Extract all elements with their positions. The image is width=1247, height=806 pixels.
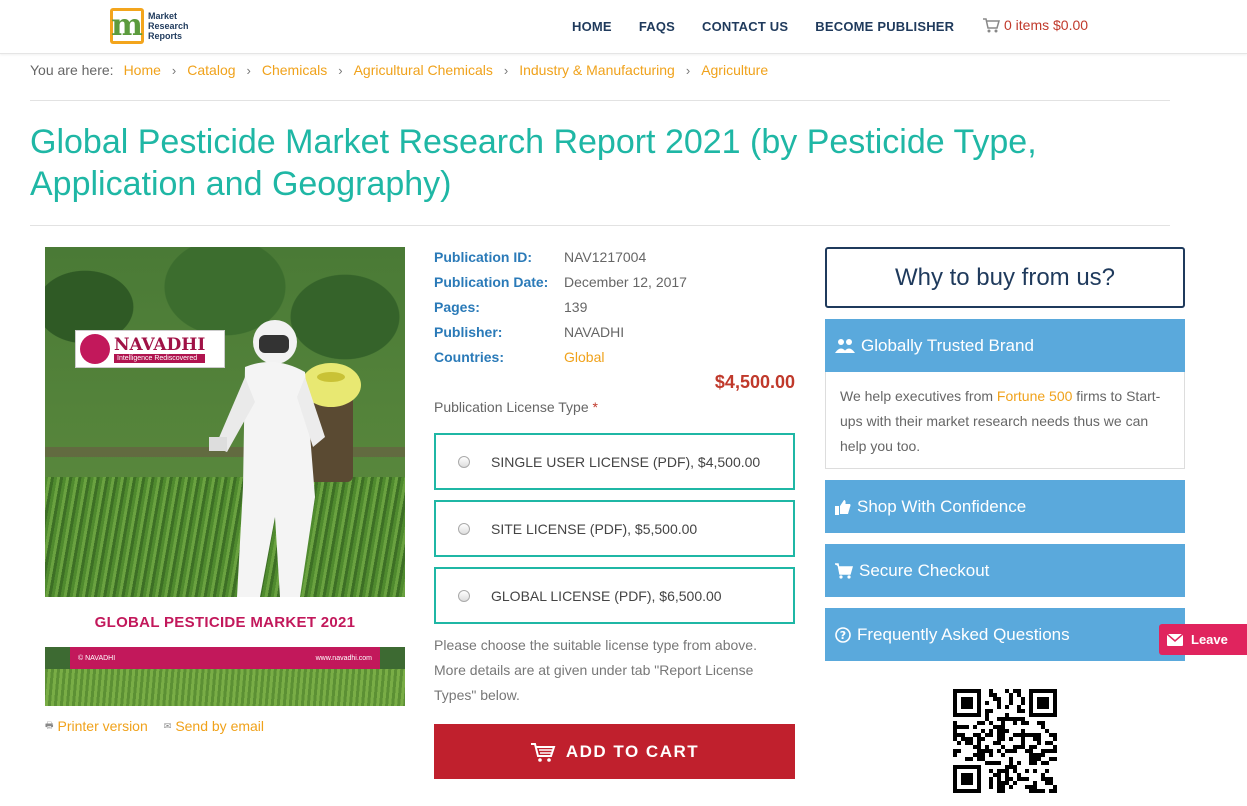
meta-key: Countries: xyxy=(434,349,564,374)
breadcrumb-label: You are here: xyxy=(30,62,114,78)
breadcrumb-separator-icon: › xyxy=(172,63,176,78)
meta-value: NAV1217004 xyxy=(564,249,646,274)
trusted-brand-description: We help executives from Fortune 500 firm… xyxy=(825,372,1185,469)
breadcrumb-separator-icon: › xyxy=(247,63,251,78)
main-nav: HOME FAQS CONTACT US BECOME PUBLISHER xyxy=(572,19,981,34)
meta-row: Pages: 139 xyxy=(434,299,687,324)
nav-faqs[interactable]: FAQS xyxy=(639,19,675,34)
cart-icon xyxy=(530,742,556,762)
breadcrumb-home[interactable]: Home xyxy=(124,62,161,78)
email-icon: ✉ xyxy=(164,721,172,732)
users-icon xyxy=(835,338,855,354)
send-by-email-link[interactable]: ✉ Send by email xyxy=(164,718,264,734)
cover-title-band: GLOBAL PESTICIDE MARKET 2021 xyxy=(45,597,405,647)
breadcrumb-separator-icon: › xyxy=(338,63,342,78)
fortune-500-highlight: Fortune 500 xyxy=(997,388,1073,404)
license-radio[interactable] xyxy=(458,456,470,468)
breadcrumb-catalog[interactable]: Catalog xyxy=(187,62,235,78)
cart-icon xyxy=(835,563,853,579)
qr-code xyxy=(953,689,1057,793)
divider xyxy=(30,225,1170,226)
navadhi-emblem-icon xyxy=(80,334,110,364)
meta-key: Publication Date: xyxy=(434,274,564,299)
cart-link[interactable]: 0 items $0.00 xyxy=(982,17,1088,33)
shop-with-confidence-panel[interactable]: Shop With Confidence xyxy=(825,480,1185,533)
breadcrumb-industry-manufacturing[interactable]: Industry & Manufacturing xyxy=(519,62,675,78)
add-to-cart-button[interactable]: ADD TO CART xyxy=(434,724,795,779)
nav-become-publisher[interactable]: BECOME PUBLISHER xyxy=(815,19,954,34)
meta-key: Pages: xyxy=(434,299,564,324)
cover-copyright: © NAVADHI xyxy=(78,655,115,662)
meta-key: Publisher: xyxy=(434,324,564,349)
breadcrumb-chemicals[interactable]: Chemicals xyxy=(262,62,327,78)
license-option-site[interactable]: SITE LICENSE (PDF), $5,500.00 xyxy=(434,500,795,557)
nav-home[interactable]: HOME xyxy=(572,19,612,34)
breadcrumb: You are here: Home › Catalog › Chemicals… xyxy=(30,62,768,78)
license-option-label: SITE LICENSE (PDF), $5,500.00 xyxy=(491,521,697,537)
breadcrumb-separator-icon: › xyxy=(686,63,690,78)
why-buy-heading: Why to buy from us? xyxy=(825,247,1185,308)
license-radio[interactable] xyxy=(458,590,470,602)
thumbs-up-icon xyxy=(835,499,851,515)
site-logo[interactable]: m Market Research Reports xyxy=(110,8,189,44)
license-option-label: GLOBAL LICENSE (PDF), $6,500.00 xyxy=(491,588,722,604)
navadhi-brand: NAVADHI xyxy=(114,336,205,354)
envelope-icon xyxy=(1159,624,1191,655)
navadhi-tagline: Intelligence Rediscovered xyxy=(114,354,205,363)
breadcrumb-agricultural-chemicals[interactable]: Agricultural Chemicals xyxy=(354,62,493,78)
cart-summary: 0 items $0.00 xyxy=(1004,17,1088,33)
license-option-label: SINGLE USER LICENSE (PDF), $4,500.00 xyxy=(491,454,760,470)
required-mark: * xyxy=(593,399,598,415)
meta-row: Countries: Global xyxy=(434,349,687,374)
license-type-label: Publication License Type * xyxy=(434,399,598,415)
report-cover-image: NAVADHI Intelligence Rediscovered GLOBAL… xyxy=(45,247,405,706)
meta-row: Publication Date: December 12, 2017 xyxy=(434,274,687,299)
page-title: Global Pesticide Market Research Report … xyxy=(30,121,1150,205)
meta-row: Publisher: NAVADHI xyxy=(434,324,687,349)
license-option-single-user[interactable]: SINGLE USER LICENSE (PDF), $4,500.00 xyxy=(434,433,795,490)
cover-strip: © NAVADHI www.navadhi.com xyxy=(70,647,380,669)
divider xyxy=(30,100,1170,101)
nav-contact-us[interactable]: CONTACT US xyxy=(702,19,788,34)
faq-panel[interactable]: ? Frequently Asked Questions xyxy=(825,608,1185,661)
license-option-global[interactable]: GLOBAL LICENSE (PDF), $6,500.00 xyxy=(434,567,795,624)
meta-value: December 12, 2017 xyxy=(564,274,687,299)
publication-meta: Publication ID: NAV1217004 Publication D… xyxy=(434,249,687,374)
question-circle-icon: ? xyxy=(835,627,851,643)
secure-checkout-panel[interactable]: Secure Checkout xyxy=(825,544,1185,597)
breadcrumb-separator-icon: › xyxy=(504,63,508,78)
share-links: 🖶 Printer version ✉ Send by email xyxy=(45,718,280,734)
site-header: m Market Research Reports HOME FAQS CONT… xyxy=(0,0,1247,54)
breadcrumb-agriculture[interactable]: Agriculture xyxy=(701,62,768,78)
printer-icon: 🖶 xyxy=(45,718,54,734)
logo-text: Market Research Reports xyxy=(148,11,189,41)
meta-row: Publication ID: NAV1217004 xyxy=(434,249,687,274)
license-radio[interactable] xyxy=(458,523,470,535)
svg-text:?: ? xyxy=(840,629,846,642)
cover-heading: GLOBAL PESTICIDE MARKET 2021 xyxy=(95,614,356,631)
printer-version-link[interactable]: 🖶 Printer version xyxy=(45,718,148,734)
meta-value: 139 xyxy=(564,299,587,324)
cover-website: www.navadhi.com xyxy=(316,655,372,662)
cart-icon xyxy=(982,17,1000,33)
meta-value: NAVADHI xyxy=(564,324,624,349)
navadhi-logo: NAVADHI Intelligence Rediscovered xyxy=(75,330,225,368)
logo-mark: m xyxy=(110,8,144,44)
license-note: Please choose the suitable license type … xyxy=(434,633,784,708)
globally-trusted-brand-panel: Globally Trusted Brand xyxy=(825,319,1185,372)
sprayer-person-illustration xyxy=(205,317,365,597)
price: $4,500.00 xyxy=(600,372,795,393)
countries-link[interactable]: Global xyxy=(564,349,604,374)
leave-message-tab[interactable]: Leave xyxy=(1159,624,1247,655)
meta-key: Publication ID: xyxy=(434,249,564,274)
